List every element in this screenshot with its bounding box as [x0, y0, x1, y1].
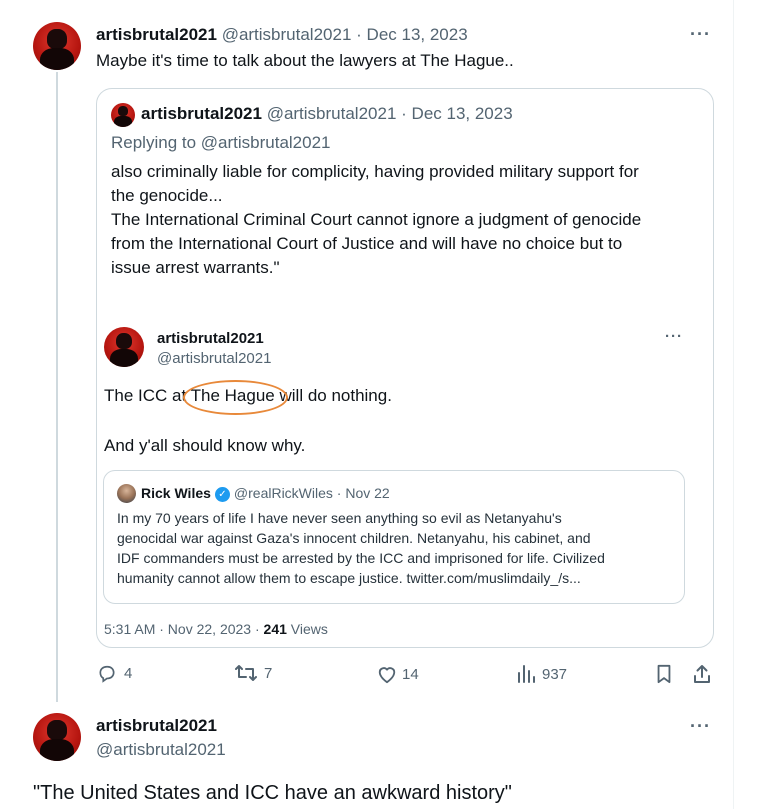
- screenshot-author-name: artisbrutal2021: [157, 330, 264, 347]
- embed-text-line: IDF commanders must be arrested by the I…: [117, 550, 605, 566]
- timestamp-text: 5:31 AM · Nov 22, 2023 ·: [104, 621, 264, 637]
- views-count: 241: [263, 621, 287, 637]
- reply-text: "The United States and ICC have an awkwa…: [33, 782, 512, 804]
- reply-avatar[interactable]: [33, 713, 81, 761]
- quote-author-handle: @artisbrutal2021: [266, 104, 397, 123]
- reply-more-options-icon[interactable]: ···: [690, 716, 711, 737]
- reply-icon: [99, 665, 115, 683]
- retweet-icon: [235, 665, 257, 681]
- reply-count: 4: [124, 664, 133, 682]
- views-count-action: 937: [542, 665, 568, 683]
- more-options-icon[interactable]: ···: [690, 24, 711, 45]
- thread-line: [56, 72, 58, 702]
- quote-text-line: the genocide...: [111, 186, 223, 205]
- retweet-button[interactable]: 7: [234, 663, 272, 683]
- quote-text-line: also criminally liable for complicity, h…: [111, 162, 639, 181]
- screenshot-text-prefix: The ICC at: [104, 386, 187, 405]
- replying-to: Replying to @artisbrutal2021: [111, 133, 331, 152]
- separator: ·: [401, 104, 407, 123]
- column-border: [733, 0, 734, 809]
- embed-author-name: Rick Wiles: [141, 485, 211, 501]
- share-button[interactable]: [692, 664, 712, 684]
- like-button[interactable]: 14: [376, 664, 419, 684]
- embed-handle-date: @realRickWiles · Nov 22: [233, 485, 390, 501]
- embed-header: Rick Wiles ✓ @realRickWiles · Nov 22: [141, 485, 390, 502]
- quote-avatar: [111, 103, 135, 127]
- share-icon: [694, 665, 710, 683]
- reply-author-name[interactable]: artisbrutal2021: [96, 716, 217, 736]
- author-name[interactable]: artisbrutal2021: [96, 25, 217, 44]
- highlight-circle: [183, 380, 288, 415]
- quote-text-line: issue arrest warrants.": [111, 258, 280, 277]
- separator: ·: [356, 25, 362, 44]
- reply-button[interactable]: 4: [96, 663, 132, 683]
- quote-header: artisbrutal2021 @artisbrutal2021 · Dec 1…: [141, 104, 513, 124]
- screenshot-timestamp: 5:31 AM · Nov 22, 2023 · 241 Views: [104, 621, 328, 637]
- reply-author-handle[interactable]: @artisbrutal2021: [96, 740, 226, 760]
- tweet-header: artisbrutal2021 @artisbrutal2021 · Dec 1…: [96, 25, 468, 45]
- heart-icon: [378, 667, 396, 684]
- views-button[interactable]: 937: [516, 664, 567, 684]
- screenshot-avatar: [104, 327, 144, 367]
- like-count: 14: [402, 665, 419, 683]
- verified-badge-icon: ✓: [214, 486, 230, 502]
- screenshot-author-handle: @artisbrutal2021: [157, 350, 272, 367]
- embed-avatar: [117, 484, 136, 503]
- screenshot-text-suffix: will do nothing.: [279, 386, 392, 405]
- quote-text-line: from the International Court of Justice …: [111, 234, 623, 253]
- quote-text-line: The International Criminal Court cannot …: [111, 210, 642, 229]
- screenshot-text-line2: And y'all should know why.: [104, 436, 306, 455]
- embed-text-line: genocidal war against Gaza's innocent ch…: [117, 530, 591, 546]
- tweet-date[interactable]: Dec 13, 2023: [367, 25, 468, 44]
- embed-text-line: humanity cannot allow them to escape jus…: [117, 570, 581, 586]
- quote-author-name: artisbrutal2021: [141, 104, 262, 123]
- embed-text-line: In my 70 years of life I have never seen…: [117, 510, 562, 526]
- retweet-count: 7: [264, 664, 273, 682]
- analytics-icon: [518, 665, 535, 683]
- views-label: Views: [286, 621, 328, 637]
- tweet-text: Maybe it's time to talk about the lawyer…: [96, 51, 514, 70]
- bookmark-icon: [657, 664, 671, 684]
- bookmark-button[interactable]: [655, 664, 673, 684]
- screenshot-more-icon: ···: [665, 328, 683, 345]
- avatar[interactable]: [33, 22, 81, 70]
- author-handle[interactable]: @artisbrutal2021: [222, 25, 352, 44]
- quote-date: Dec 13, 2023: [411, 104, 513, 123]
